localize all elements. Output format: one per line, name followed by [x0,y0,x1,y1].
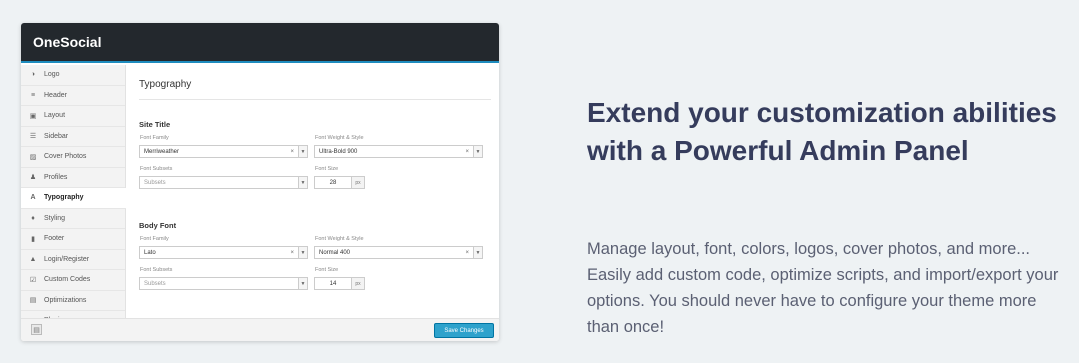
sidebar-item-cover-photos[interactable]: ▨ Cover Photos [21,147,125,168]
clear-icon[interactable]: × [290,149,294,155]
clear-icon[interactable]: × [290,250,294,256]
sidebar-item-label: Header [44,91,67,99]
header-icon: ≡ [30,91,36,99]
site-subsets-label: Font Subsets [140,166,173,172]
optimize-icon: ▤ [29,297,37,305]
layout-icon: ▣ [29,112,37,120]
sidebar-item-optimizations[interactable]: ▤ Optimizations [21,291,125,311]
site-font-family-select[interactable]: Merriweather × ▼ [139,145,308,158]
site-title-heading: Site Title [139,120,171,129]
sidebar-item-custom-codes[interactable]: ☑ Custom Codes [21,270,125,291]
sidebar-item-logo[interactable]: ◑ Logo [21,65,125,86]
body-font-family-label: Font Family [140,236,169,242]
site-font-weight-value: Ultra-Bold 900 [319,148,358,155]
app-title: OneSocial [33,34,102,50]
admin-topbar: OneSocial [21,23,499,63]
chevron-down-icon[interactable]: ▼ [298,247,307,258]
site-font-size-input[interactable]: 28 [314,176,352,189]
site-subsets-select[interactable]: Subsets ▼ [139,176,308,189]
chevron-down-icon[interactable]: ▼ [298,278,307,289]
export-icon[interactable]: ▤ [31,324,42,335]
chevron-down-icon[interactable]: ▼ [473,247,482,258]
chevron-down-icon[interactable]: ▼ [298,146,307,157]
user-icon: ♟ [29,174,37,182]
sidebar-item-styling[interactable]: ♦ Styling [21,209,125,229]
body-font-weight-value: Normal 400 [319,249,351,256]
body-font-weight-label: Font Weight & Style [315,236,364,242]
sidebar-item-sidebar[interactable]: ☰ Sidebar [21,127,125,147]
sidebar-item-label: Optimizations [44,296,87,304]
site-font-size-label: Font Size [315,166,339,172]
drop-icon: ♦ [31,214,35,222]
sidebar-item-label: Styling [44,214,66,222]
lock-icon: ▲ [29,255,37,263]
body-subsets-label: Font Subsets [140,267,173,273]
sidebar-item-label: Footer [44,235,65,243]
sidebar-item-label: Sidebar [44,132,69,140]
clear-icon[interactable]: × [465,250,469,256]
divider [139,99,491,100]
sidebar-item-label: Custom Codes [44,276,91,284]
sidebar-item-label: Logo [44,71,60,79]
sidebar-item-label: Typography [44,194,84,202]
body-font-size-unit: px [352,277,365,290]
admin-footer-bar: ▤ Save Changes [21,318,499,341]
feature-headline: Extend your customization abilities with… [587,97,1057,166]
clear-icon[interactable]: × [465,149,469,155]
sidebar-item-profiles[interactable]: ♟ Profiles [21,168,125,188]
admin-sidebar: ◑ Logo ≡ Header ▣ Layout ☰ Sidebar ▨ Cover Photos… [21,65,126,341]
sidebar-item-label: Cover Photos [44,153,87,161]
body-subsets-placeholder: Subsets [144,280,166,287]
body-font-size-input[interactable]: 14 [314,277,352,290]
code-icon: ☑ [29,276,37,284]
body-subsets-select[interactable]: Subsets ▼ [139,277,308,290]
contrast-icon: ◑ [30,71,36,79]
body-font-family-value: Lato [144,249,156,256]
save-changes-button[interactable]: Save Changes [434,323,494,338]
sidebar-item-login-register[interactable]: ▲ Login/Register [21,250,125,270]
site-font-family-label: Font Family [140,135,169,141]
typography-settings: Typography Site Title Font Family Merriw… [127,65,499,341]
sidebar-item-header[interactable]: ≡ Header [21,86,125,106]
section-title: Typography [139,79,192,90]
admin-panel-screenshot: OneSocial ◑ Logo ≡ Header ▣ Layout ☰ Sidebar ▨ Co… [21,23,499,341]
feature-description: Manage layout, font, colors, logos, cove… [587,240,1059,336]
site-font-size-unit: px [352,176,365,189]
sidebar-item-label: Login/Register [44,255,90,263]
body-font-family-select[interactable]: Lato × ▼ [139,246,308,259]
sidebar-icon: ☰ [29,133,37,141]
site-font-family-value: Merriweather [144,148,180,155]
sidebar-item-label: Profiles [44,173,68,181]
image-icon: ▨ [29,153,37,161]
site-font-weight-select[interactable]: Ultra-Bold 900 × ▼ [314,145,483,158]
sidebar-item-typography[interactable]: A Typography [21,188,126,209]
sidebar-item-label: Layout [44,112,66,120]
chevron-down-icon[interactable]: ▼ [298,177,307,188]
body-font-heading: Body Font [139,221,177,230]
body-font-size-label: Font Size [315,267,339,273]
chevron-down-icon[interactable]: ▼ [473,146,482,157]
bookmark-icon: ▮ [31,235,35,243]
body-font-weight-select[interactable]: Normal 400 × ▼ [314,246,483,259]
sidebar-item-footer[interactable]: ▮ Footer [21,229,125,250]
sidebar-item-layout[interactable]: ▣ Layout [21,106,125,127]
site-font-weight-label: Font Weight & Style [315,135,364,141]
font-icon: A [30,194,36,202]
site-subsets-placeholder: Subsets [144,179,166,186]
